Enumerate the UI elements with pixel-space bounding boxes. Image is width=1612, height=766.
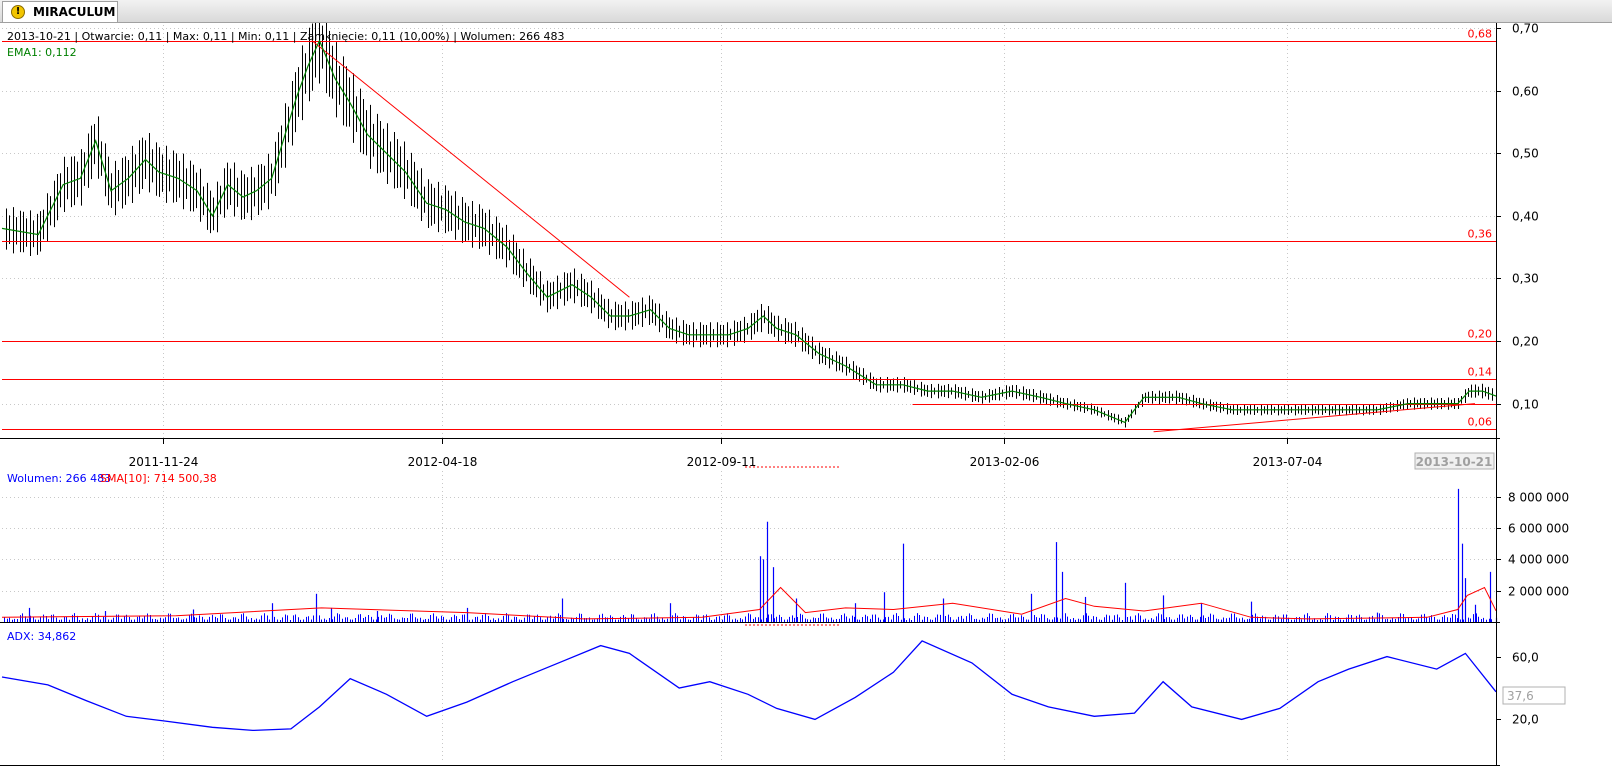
info-volume: Wolumen: 266 483 xyxy=(460,30,564,43)
current-date-label: 2013-10-21 xyxy=(1416,455,1493,469)
level-label: 0,36 xyxy=(1468,228,1493,241)
trend-line xyxy=(1153,403,1476,433)
y-tick-label: 0,60 xyxy=(1512,85,1539,99)
x-tick-label: 2013-07-04 xyxy=(1253,455,1323,469)
x-tick-label: 2012-04-18 xyxy=(408,455,478,469)
level-label: 0,06 xyxy=(1468,416,1493,429)
price-panel[interactable]: 0,68 0,36 0,20 0,14 0,06 xyxy=(1,23,1497,433)
adx-panel[interactable] xyxy=(1,640,1497,732)
x-tick-label: 2011-11-24 xyxy=(129,455,199,469)
info-open: Otwarcie: 0,11 xyxy=(82,30,163,43)
warning-icon: ! xyxy=(11,5,25,19)
tab-bar: ! MIRACULUM xyxy=(0,0,1612,23)
volume-panel[interactable] xyxy=(1,488,1498,622)
info-date: 2013-10-21 xyxy=(7,30,71,43)
level-label: 0,14 xyxy=(1468,366,1493,379)
grid xyxy=(2,25,1496,763)
info-min: Min: 0,11 xyxy=(238,30,289,43)
y-tick-label: 0,40 xyxy=(1512,210,1539,224)
info-line: 2013-10-21 | Otwarcie: 0,11 | Max: 0,11 … xyxy=(7,30,565,43)
tab-label: MIRACULUM xyxy=(33,5,116,19)
y-tick-label: 8 000 000 xyxy=(1508,491,1569,505)
y-tick-label: 0,70 xyxy=(1512,23,1539,36)
adx-label: ADX: 34,862 xyxy=(7,630,76,643)
info-close: Zamknięcie: 0,11 (10,00%) xyxy=(300,30,450,43)
y-tick-label: 0,10 xyxy=(1512,398,1539,412)
y-tick-label: 0,50 xyxy=(1512,147,1539,161)
info-max: Max: 0,11 xyxy=(173,30,227,43)
y-tick-label: 0,20 xyxy=(1512,335,1539,349)
y-tick-label: 6 000 000 xyxy=(1508,522,1569,536)
adx-line xyxy=(1,640,1497,732)
x-tick-label: 2013-02-06 xyxy=(970,455,1040,469)
sma-label: SMA[10]: 714 500,38 xyxy=(100,472,217,485)
tab-miraculum[interactable]: ! MIRACULUM xyxy=(2,1,118,22)
ema-label: EMA1: 0,112 xyxy=(7,46,77,59)
adx-current-value: 37,6 xyxy=(1507,689,1534,703)
y-tick-label: 60,0 xyxy=(1512,651,1539,665)
volume-label: Wolumen: 266 483 xyxy=(7,472,111,485)
y-tick-label: 2 000 000 xyxy=(1508,585,1569,599)
ema-line xyxy=(1,39,1497,424)
y-tick-label: 20,0 xyxy=(1512,713,1539,727)
y-tick-label: 4 000 000 xyxy=(1508,553,1569,567)
y-tick-label: 0,30 xyxy=(1512,272,1539,286)
level-label: 0,20 xyxy=(1468,328,1493,341)
level-label: 0,68 xyxy=(1468,28,1493,41)
axes: 2011-11-24 2012-04-18 2012-09-11 2013-02-06… xyxy=(0,23,1569,766)
trend-line xyxy=(311,40,630,298)
chart-area[interactable]: 0,68 0,36 0,20 0,14 0,06 2011-11-24 2012-04-1… xyxy=(0,23,1612,766)
